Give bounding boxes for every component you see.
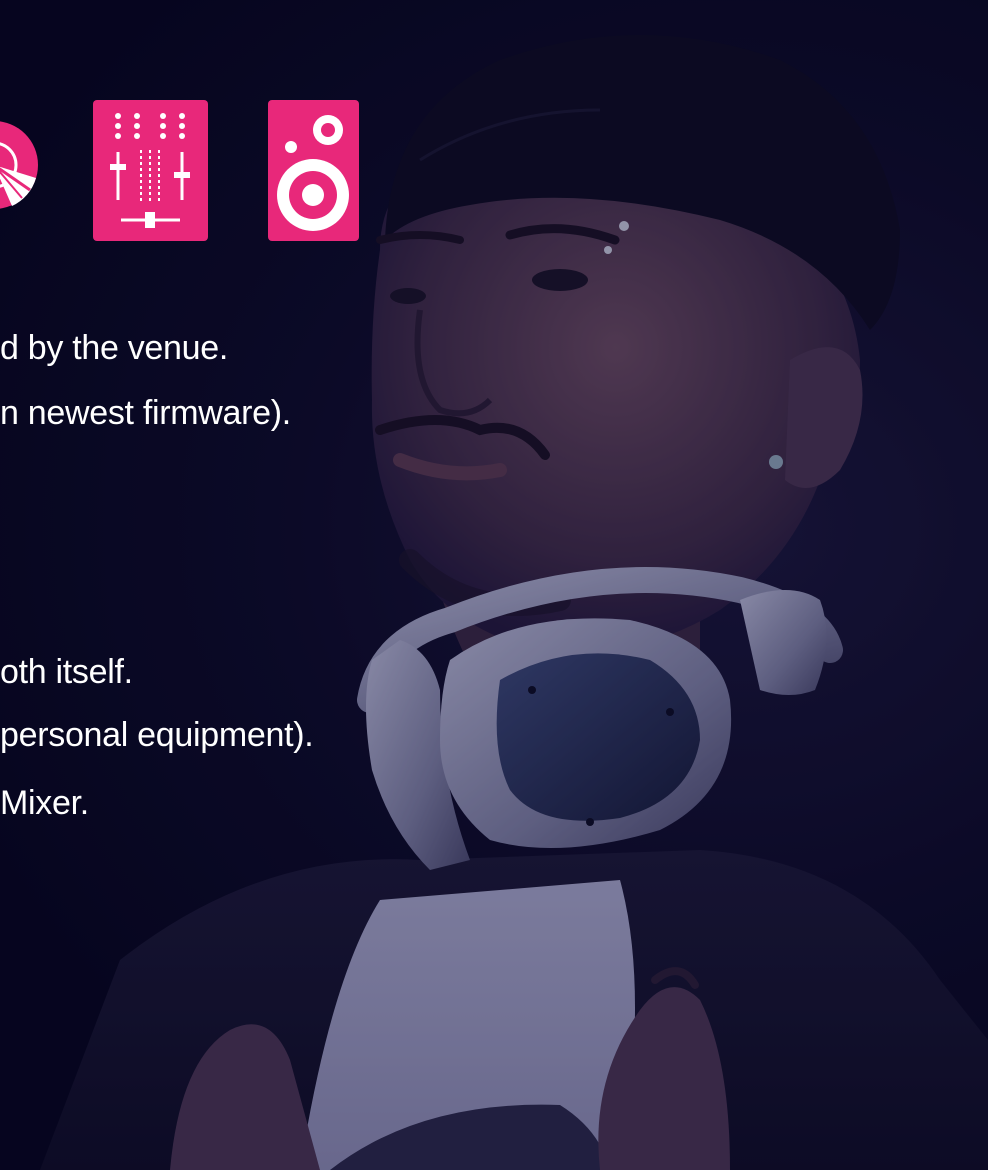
poster: d by the venue. n newest firmware). , ot… (0, 0, 988, 1170)
mixer-icon (93, 100, 208, 241)
text-line-fragment: , (0, 520, 1, 560)
text-line-firmware: n newest firmware). (0, 394, 291, 432)
speaker-icon (268, 100, 359, 241)
text-line-venue: d by the venue. (0, 329, 229, 367)
text-line-equipment: personal equipment). (0, 716, 314, 754)
turntable-icon (0, 110, 38, 220)
text-line-mixer: Mixer. (0, 784, 89, 822)
text-line-booth: oth itself. (0, 653, 133, 691)
